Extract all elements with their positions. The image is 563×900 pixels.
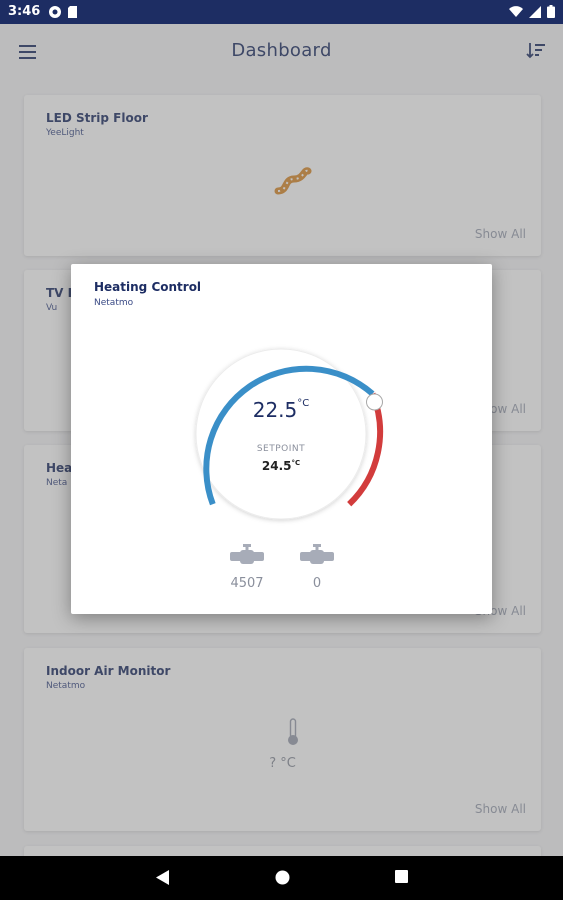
home-icon[interactable] xyxy=(274,869,291,890)
signal-icon xyxy=(529,5,541,18)
setpoint-value: 24.5°C xyxy=(171,459,391,473)
setpoint-value-number: 24.5 xyxy=(261,459,292,473)
setpoint-value-unit: °C xyxy=(291,459,301,467)
wifi-icon xyxy=(509,5,523,18)
current-temperature-value: 22.5 xyxy=(252,398,298,422)
valve-value: 0 xyxy=(312,576,322,591)
heating-control-dialog: Heating Control Netatmo 22.5°C SETPOINT … xyxy=(71,264,492,614)
valve-icon xyxy=(300,544,334,570)
valve-item: 0 xyxy=(297,544,337,591)
current-temperature: 22.5°C xyxy=(171,398,391,422)
notification-icon xyxy=(48,5,62,19)
dialog-title: Heating Control xyxy=(94,280,202,294)
sim-card-icon xyxy=(67,5,78,19)
valve-icon xyxy=(230,544,264,570)
thermostat-dial[interactable]: 22.5°C SETPOINT 24.5°C xyxy=(171,324,391,544)
dial-handle[interactable] xyxy=(366,394,382,410)
valve-value: 4507 xyxy=(230,576,264,591)
setpoint-label: SETPOINT xyxy=(256,444,306,454)
status-time: 3:46 xyxy=(8,4,41,19)
status-bar: 3:46 xyxy=(0,0,563,24)
system-nav-bar xyxy=(0,856,563,900)
valve-item: 4507 xyxy=(227,544,267,591)
dialog-subtitle: Netatmo xyxy=(94,298,134,308)
back-icon[interactable] xyxy=(155,869,171,890)
recents-icon[interactable] xyxy=(394,869,409,888)
battery-icon xyxy=(547,5,555,18)
current-temperature-unit: °C xyxy=(297,398,310,410)
